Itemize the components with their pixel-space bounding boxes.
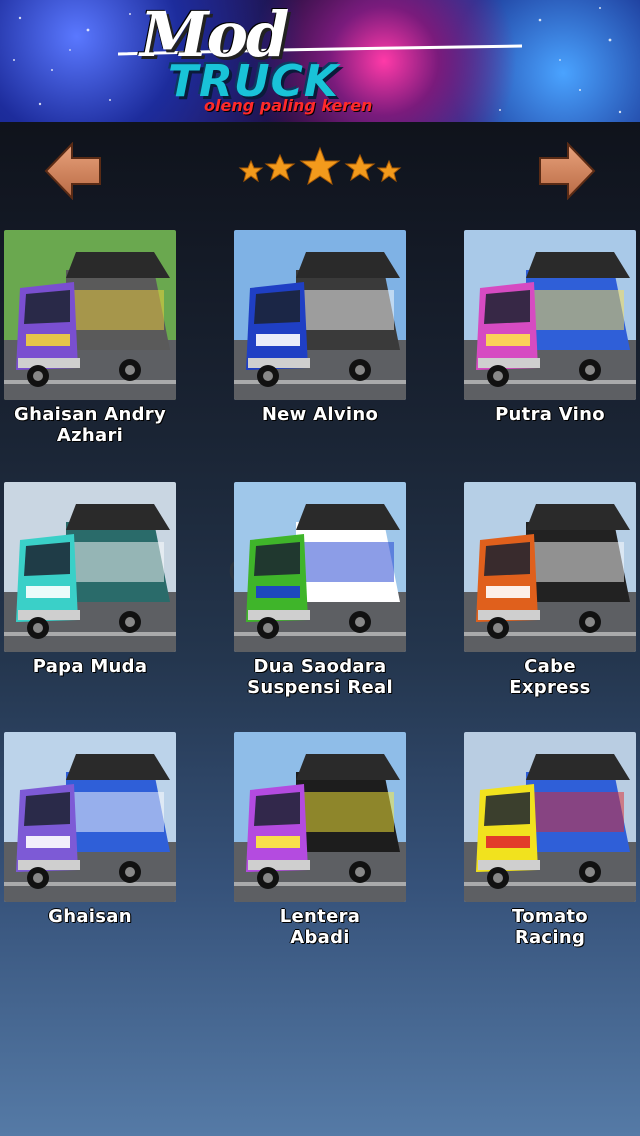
left-arrow-icon bbox=[44, 141, 101, 201]
truck-card[interactable]: Putra Vino bbox=[464, 230, 636, 425]
truck-title: New Alvino bbox=[261, 404, 379, 425]
truck-card[interactable]: Tomato Racing bbox=[464, 732, 636, 948]
rating-stars bbox=[238, 146, 402, 192]
truck-title: Ghaisan bbox=[48, 906, 132, 927]
truck-thumbnail[interactable] bbox=[464, 732, 636, 902]
truck-thumbnail[interactable] bbox=[4, 482, 176, 652]
app-banner: Mod TRUCK oleng paling keren bbox=[0, 0, 640, 122]
truck-title: Lentera Abadi bbox=[279, 906, 361, 948]
truck-title: Ghaisan Andry Azhari bbox=[14, 404, 166, 446]
truck-thumbnail[interactable] bbox=[4, 732, 176, 902]
truck-card[interactable]: Ghaisan Andry Azhari bbox=[4, 230, 176, 446]
stars-icon bbox=[238, 146, 402, 186]
truck-thumbnail[interactable] bbox=[234, 482, 406, 652]
truck-title: Dua Saodara Suspensi Real bbox=[247, 656, 393, 698]
truck-thumbnail[interactable] bbox=[464, 482, 636, 652]
truck-thumbnail[interactable] bbox=[234, 230, 406, 400]
truck-title: Putra Vino bbox=[495, 404, 605, 425]
truck-thumbnail[interactable] bbox=[4, 230, 176, 400]
truck-title: Tomato Racing bbox=[512, 906, 588, 948]
truck-thumbnail[interactable] bbox=[234, 732, 406, 902]
truck-card[interactable]: Ghaisan bbox=[4, 732, 176, 927]
truck-title: Papa Muda bbox=[32, 656, 148, 677]
right-arrow-icon bbox=[539, 141, 596, 201]
truck-card[interactable]: Dua Saodara Suspensi Real bbox=[234, 482, 406, 698]
truck-thumbnail[interactable] bbox=[464, 230, 636, 400]
truck-title: Cabe Express bbox=[509, 656, 591, 698]
truck-card[interactable]: Cabe Express bbox=[464, 482, 636, 698]
previous-page-button[interactable] bbox=[44, 141, 104, 201]
truck-card[interactable]: Papa Muda bbox=[4, 482, 176, 677]
next-page-button[interactable] bbox=[536, 141, 596, 201]
truck-card[interactable]: New Alvino bbox=[234, 230, 406, 425]
mod-truck-logo: Mod TRUCK oleng paling keren bbox=[118, 0, 522, 118]
truck-card[interactable]: Lentera Abadi bbox=[234, 732, 406, 948]
logo-tagline: oleng paling keren bbox=[204, 96, 373, 115]
navigation-bar bbox=[0, 122, 640, 222]
